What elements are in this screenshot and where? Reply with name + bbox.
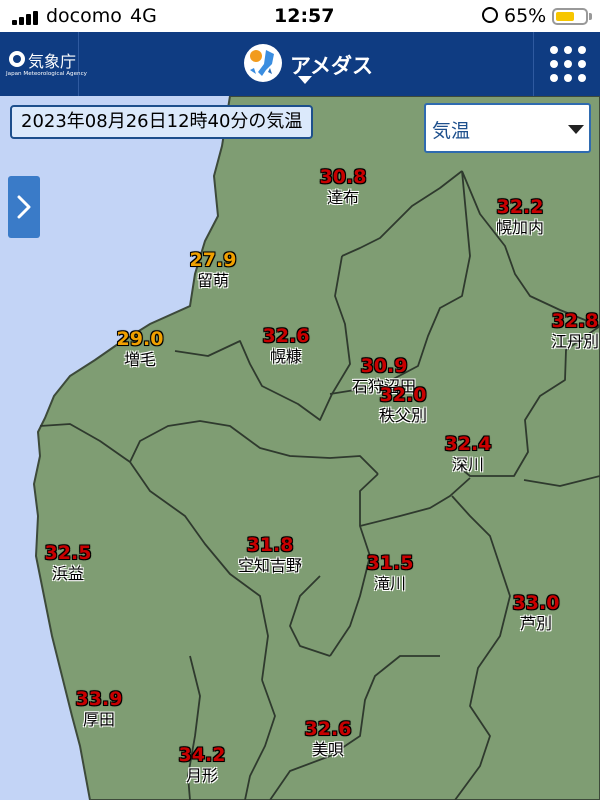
station-rumoi[interactable]: 27.9 留萌 [190, 249, 237, 291]
station-temperature: 32.2 [496, 196, 544, 218]
station-horokanai[interactable]: 32.2 幌加内 [496, 196, 544, 238]
observation-time: 2023年08月26日12時40分の気温 [10, 105, 314, 139]
station-name: 江丹別 [550, 332, 600, 351]
station-chippubetsu[interactable]: 32.0 秩父別 [379, 384, 427, 426]
logo-name: 気象庁 [28, 52, 77, 71]
station-name: 幌加内 [495, 218, 545, 237]
station-name: 増毛 [123, 350, 157, 369]
element-select[interactable]: 気温 [424, 103, 591, 153]
station-name: 深川 [451, 455, 485, 474]
station-temperature: 32.8 [551, 310, 599, 332]
station-name: 浜益 [51, 564, 85, 583]
station-temperature: 32.5 [44, 542, 92, 564]
station-mashike[interactable]: 29.0 増毛 [117, 328, 164, 370]
station-name: 幌糠 [269, 347, 303, 366]
amedas-map[interactable]: 2023年08月26日12時40分の気温 気温 30.8 達布 32.2 幌加内… [0, 96, 600, 800]
station-tsukigata[interactable]: 34.2 月形 [179, 744, 226, 786]
station-name: 達布 [326, 188, 360, 207]
station-name: 美唄 [311, 740, 345, 759]
station-ashibetsu[interactable]: 33.0 芦別 [513, 592, 560, 634]
status-bar: docomo 4G 12:57 65% [0, 0, 600, 32]
station-temperature: 30.9 [360, 355, 408, 377]
carrier-name: docomo [46, 5, 122, 27]
station-temperature: 34.2 [178, 744, 226, 766]
caret-down-icon [568, 125, 584, 134]
station-horonuka[interactable]: 32.6 幌糠 [263, 325, 310, 367]
station-temperature: 32.6 [304, 718, 352, 740]
station-temperature: 33.0 [512, 592, 560, 614]
station-temperature: 27.9 [189, 249, 237, 271]
signal-strength-icon [12, 9, 42, 25]
side-panel-toggle[interactable] [8, 176, 40, 238]
station-takikawa[interactable]: 31.5 滝川 [367, 552, 414, 594]
clock: 12:57 [274, 5, 335, 27]
station-name: 芦別 [519, 614, 553, 633]
station-name: 留萌 [196, 271, 230, 290]
station-temperature: 32.0 [379, 384, 427, 406]
element-select-value: 気温 [432, 120, 471, 142]
jma-logo-icon [9, 51, 25, 67]
jma-logo[interactable]: 気象庁 Japan Meteorological Agency [0, 32, 87, 96]
amedas-map-icon [244, 44, 282, 82]
station-name: 空知吉野 [237, 556, 303, 575]
station-etanbetsu[interactable]: 32.8 江丹別 [551, 310, 599, 352]
logo-subtitle: Japan Meteorological Agency [6, 71, 87, 77]
battery-percent: 65% [504, 5, 547, 27]
station-name: 滝川 [373, 574, 407, 593]
station-name: 秩父別 [378, 406, 428, 425]
battery-tip [589, 13, 592, 20]
station-temperature: 29.0 [116, 328, 164, 350]
alarm-icon [482, 7, 498, 23]
station-tappu[interactable]: 30.8 達布 [320, 166, 367, 208]
station-bibai[interactable]: 32.6 美唄 [305, 718, 352, 760]
battery-icon [552, 8, 588, 25]
chevron-right-icon [17, 195, 31, 219]
station-temperature: 31.8 [246, 534, 294, 556]
station-fukagawa[interactable]: 32.4 深川 [445, 433, 492, 475]
network-type: 4G [130, 5, 157, 27]
app-header: 気象庁 Japan Meteorological Agency アメダス [0, 32, 600, 96]
station-temperature: 32.6 [262, 325, 310, 347]
station-hamamasu[interactable]: 32.5 浜益 [45, 542, 92, 584]
station-temperature: 32.4 [444, 433, 492, 455]
station-atsuta[interactable]: 33.9 厚田 [76, 688, 123, 730]
caret-down-icon [298, 76, 312, 84]
station-temperature: 30.8 [319, 166, 367, 188]
station-temperature: 33.9 [75, 688, 123, 710]
grid-menu-button[interactable] [533, 32, 600, 96]
station-sorachiyoshino[interactable]: 31.8 空知吉野 [238, 534, 302, 576]
station-temperature: 31.5 [366, 552, 414, 574]
station-name: 月形 [185, 766, 219, 785]
station-name: 厚田 [82, 710, 116, 729]
